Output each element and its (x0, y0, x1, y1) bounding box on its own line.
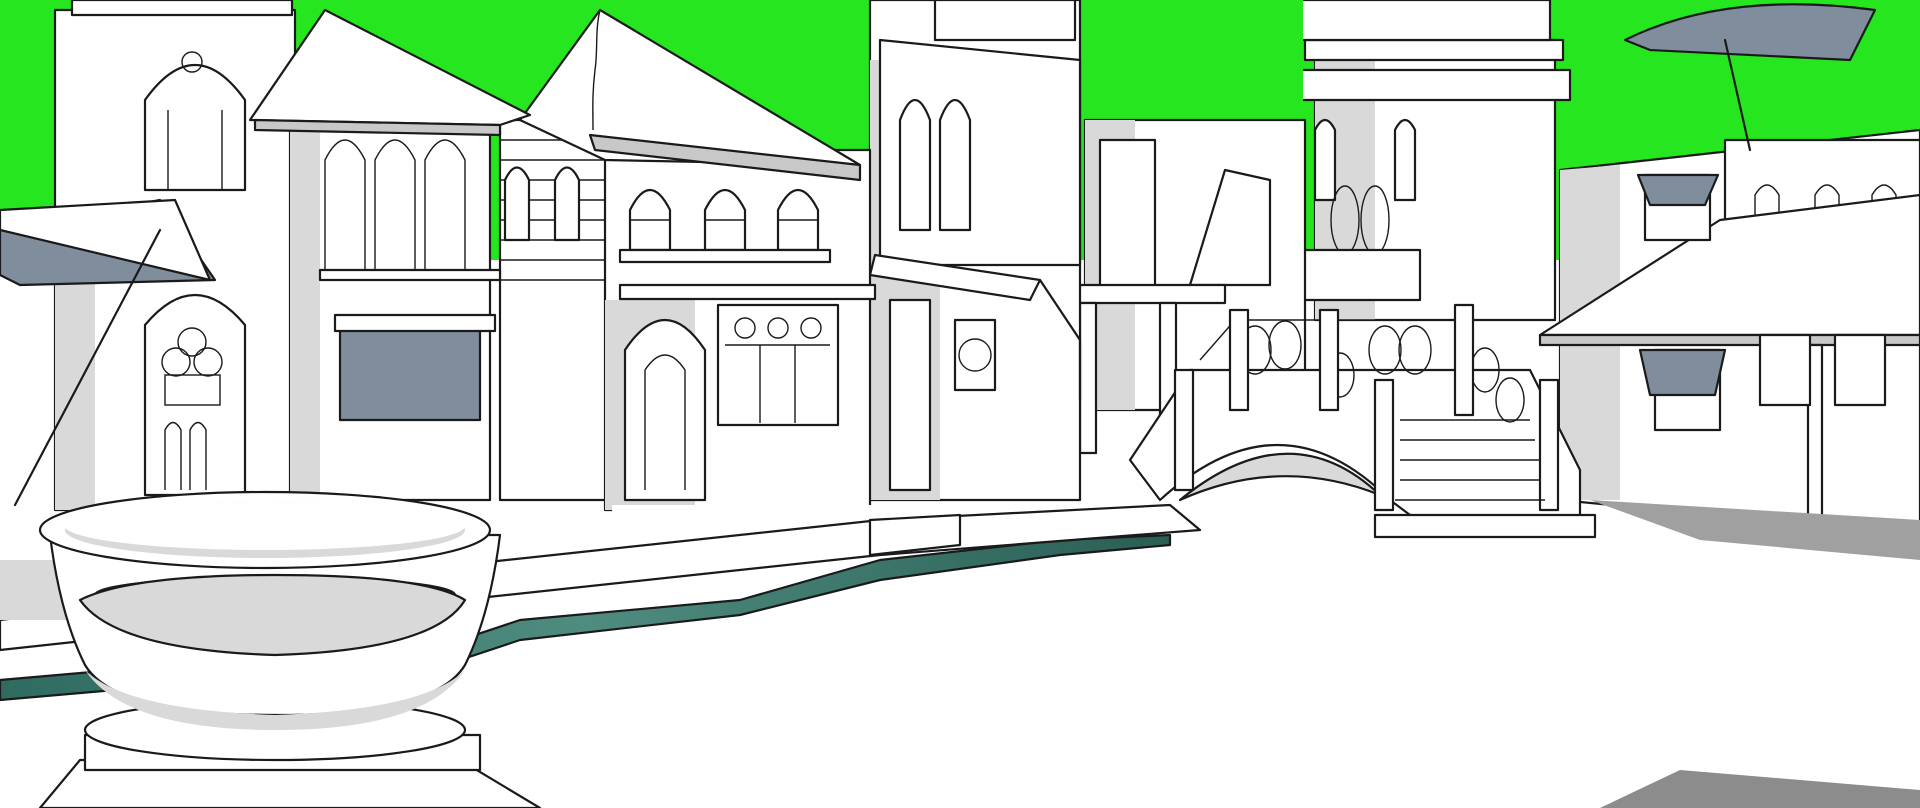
scene-canvas (0, 0, 1920, 808)
stone-well-basin (38, 490, 542, 808)
right-awning-house (1538, 128, 1920, 560)
gothic-window-house (868, 0, 1082, 502)
